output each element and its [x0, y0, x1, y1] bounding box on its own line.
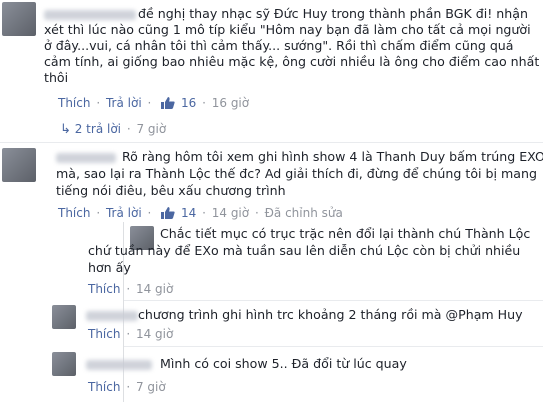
separator: ·	[96, 96, 101, 110]
comment-text: tiếng nói điêu, bêu xấu chương trình	[56, 183, 286, 198]
reply-actions: Thích · 14 giờ	[88, 327, 173, 342]
divider	[0, 142, 543, 143]
reply-text: Mình có coi show 5.. Đã đổi từ lúc quay	[160, 356, 407, 371]
comment-time[interactable]: 14 giờ	[212, 206, 249, 220]
replies-time: 7 giờ	[136, 122, 167, 136]
like-link[interactable]: Thích	[58, 206, 90, 220]
commenter-name[interactable]	[86, 311, 138, 321]
replies-toggle[interactable]: ↳ 2 trả lời · 7 giờ	[60, 122, 166, 137]
avatar[interactable]	[2, 2, 36, 36]
thumbs-up-icon[interactable]	[161, 207, 175, 219]
separator: ·	[202, 96, 206, 110]
like-link[interactable]: Thích	[58, 96, 90, 110]
reply-arrow-icon: ↳	[60, 122, 71, 137]
replies-count-link[interactable]: 2 trả lời	[75, 122, 121, 136]
divider	[124, 300, 543, 301]
thumbs-up-icon[interactable]	[161, 97, 175, 109]
like-link[interactable]: Thích	[88, 327, 120, 341]
comment-text: mà, sao lại ra Thành Lộc thế đc? Ad giải…	[56, 166, 537, 181]
comment-text: ở đây...vui, cá nhân tôi thì cảm thấy...…	[44, 38, 514, 53]
reply-text: chương trình ghi hình trc khoảng 2 tháng…	[138, 307, 523, 322]
reply-actions: Thích · 7 giờ	[88, 380, 166, 395]
like-link[interactable]: Thích	[88, 380, 120, 394]
commenter-name[interactable]	[86, 360, 152, 370]
reply-link[interactable]: Trả lời	[106, 96, 142, 110]
comment-actions: Thích · Trả lời · 14 · 14 giờ · Đã chỉnh…	[58, 206, 343, 221]
separator: ·	[126, 327, 131, 341]
comment-text: Rõ ràng hôm tôi xem ghi hình show 4 là T…	[122, 149, 543, 164]
separator: ·	[254, 206, 259, 220]
edited-label[interactable]: Đã chỉnh sửa	[265, 206, 343, 220]
avatar[interactable]	[52, 352, 76, 376]
comment-text: xét thì lúc nào cũng 1 mô típ kiểu "Hôm …	[44, 22, 531, 37]
separator: ·	[147, 96, 152, 110]
commenter-name[interactable]	[44, 10, 136, 20]
reply-actions: Thích · 14 giờ	[88, 282, 173, 297]
like-count[interactable]: 16	[181, 96, 196, 110]
reply-time[interactable]: 7 giờ	[136, 380, 166, 394]
comment-text: thôi	[44, 70, 69, 85]
separator: ·	[126, 122, 131, 136]
separator: ·	[126, 282, 131, 296]
avatar[interactable]	[2, 148, 36, 182]
avatar[interactable]	[52, 305, 76, 329]
reply-link[interactable]: Trả lời	[106, 206, 142, 220]
reply-text: hơn ấy	[88, 260, 131, 275]
separator: ·	[126, 380, 131, 394]
reply-time[interactable]: 14 giờ	[136, 282, 173, 296]
comment-actions: Thích · Trả lời · 16 · 16 giờ	[58, 96, 249, 111]
reply-text: chứ tuần này để EXo mà tuần sau lên diễn…	[88, 243, 521, 258]
reply-text: Chắc tiết mục có trục trặc nên đổi lại t…	[160, 226, 531, 241]
like-count[interactable]: 14	[181, 206, 196, 220]
commenter-name[interactable]	[56, 153, 116, 163]
like-link[interactable]: Thích	[88, 282, 120, 296]
separator: ·	[202, 206, 206, 220]
divider	[124, 346, 543, 347]
separator: ·	[96, 206, 101, 220]
comment-time[interactable]: 16 giờ	[212, 96, 249, 110]
reply-time[interactable]: 14 giờ	[136, 327, 173, 341]
comment-text: đề nghị thay nhạc sỹ Đức Huy trong thành…	[138, 6, 528, 21]
separator: ·	[147, 206, 152, 220]
comment-text: cảm tính, ai giống bao nhiêu mặc kệ, ông…	[44, 54, 540, 69]
